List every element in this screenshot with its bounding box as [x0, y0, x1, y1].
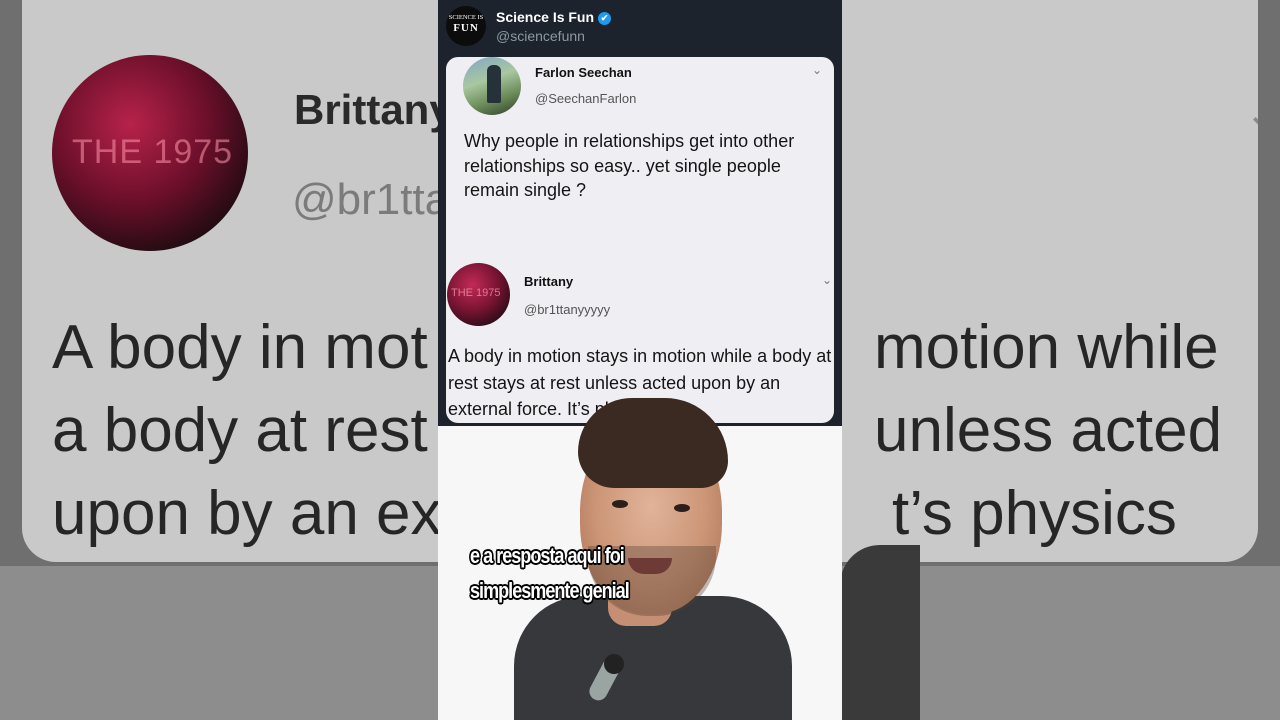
background-text-right-2: unless acted [874, 396, 1223, 465]
verified-badge-icon: ✔ [598, 12, 612, 25]
background-shadow [840, 545, 920, 720]
tweet1-handle: @SeechanFarlon [535, 91, 637, 106]
background-text-line-3: upon by an ex [52, 479, 442, 548]
presenter-video: e a resposta aqui foi simplesmente genia… [438, 398, 842, 720]
source-logo-line-2: FUN [453, 21, 479, 34]
background-name: Brittany [294, 86, 453, 133]
presenter-eye-right [674, 504, 690, 512]
background-chevron-icon: ⌄ [1244, 88, 1258, 139]
tweet1-avatar-figure [487, 65, 501, 103]
source-name-text: Science Is Fun [496, 9, 595, 25]
tweet1-chevron-icon: ⌄ [812, 63, 823, 77]
background-text-right-3: t’s physics [892, 479, 1177, 548]
background-handle: @br1tta [292, 175, 450, 224]
subtitle-line-1: e a resposta aqui foi [470, 543, 625, 568]
video-panel[interactable]: SCIENCE IS FUN Science Is Fun ✔ @sciencef… [438, 0, 842, 720]
tweet2-avatar: THE 1975 [447, 263, 510, 326]
tweet2-avatar-text: THE 1975 [451, 287, 501, 299]
source-account-bar: SCIENCE IS FUN Science Is Fun ✔ @sciencef… [438, 0, 842, 56]
source-logo-line-1: SCIENCE IS [448, 14, 484, 21]
source-logo: SCIENCE IS FUN [446, 6, 486, 46]
tweet2-handle: @br1ttanyyyyy [524, 302, 611, 317]
tweet1-avatar [463, 57, 521, 115]
tweet2-chevron-icon: ⌄ [822, 273, 833, 287]
microphone-head [604, 654, 624, 674]
background-text-line-1: A body in mot [52, 313, 428, 382]
background-text-right-1: motion while [874, 313, 1219, 382]
tweet2-name: Brittany [524, 274, 574, 289]
subtitle-line-2: simplesmente genial [470, 578, 630, 603]
background-avatar-text: THE 1975 [72, 133, 234, 171]
tweet-screenshot-card: Farlon Seechan @SeechanFarlon ⌄ Why peop… [446, 57, 834, 423]
tweet1-name: Farlon Seechan [535, 65, 632, 80]
source-name: Science Is Fun ✔ [496, 9, 612, 25]
background-avatar: THE 1975 [52, 55, 248, 251]
background-text-line-2: a body at rest [52, 396, 428, 465]
subtitle-caption: e a resposta aqui foi simplesmente genia… [470, 538, 683, 608]
tweet1-text: Why people in relationships get into oth… [464, 131, 795, 200]
source-handle: @sciencefunn [496, 28, 585, 44]
presenter-eye-left [612, 500, 628, 508]
